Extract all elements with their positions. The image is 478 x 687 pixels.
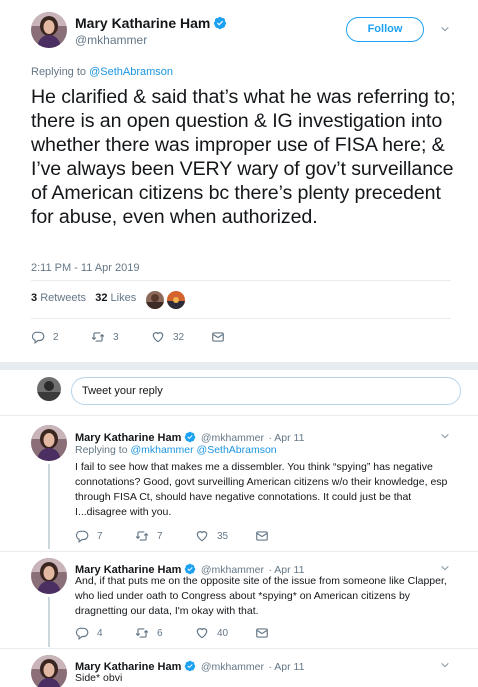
divider <box>31 318 451 319</box>
reply-count: 4 <box>97 627 103 639</box>
replying-to-handle[interactable]: @SethAbramson <box>89 66 173 78</box>
tweet-stats: 3 Retweets 32 Likes <box>31 292 136 304</box>
divider <box>0 648 478 649</box>
divider <box>0 415 478 416</box>
reply-replying-to: Replying to @mkhammer @SethAbramson <box>75 444 277 456</box>
liker-avatar[interactable] <box>146 291 164 309</box>
liker-avatar[interactable] <box>167 291 185 309</box>
retweet-action[interactable]: 3 <box>91 330 119 344</box>
heart-icon <box>195 529 209 543</box>
envelope-icon <box>255 626 269 640</box>
reply-author-handle[interactable]: @mkhammer <box>201 432 264 444</box>
current-user-avatar <box>37 377 61 401</box>
reply-text: And, if that puts me on the opposite sit… <box>75 575 447 617</box>
retweet-icon <box>91 330 105 344</box>
reply-icon <box>31 330 45 344</box>
reply-input[interactable]: Tweet your reply <box>71 377 461 405</box>
reply-author-name[interactable]: Mary Katharine Ham <box>75 432 181 444</box>
retweet-count: 6 <box>157 627 163 639</box>
retweet-count: 3 <box>113 331 119 343</box>
author-name-text[interactable]: Mary Katharine Ham <box>75 15 210 31</box>
more-options-chevron-icon[interactable] <box>440 24 450 34</box>
verified-icon <box>184 431 196 443</box>
like-action[interactable]: 40 <box>195 626 228 640</box>
like-count: 40 <box>217 627 229 639</box>
like-action[interactable]: 32 <box>151 330 184 344</box>
likes-count: 32 <box>95 292 108 304</box>
heart-icon <box>195 626 209 640</box>
like-action[interactable]: 35 <box>195 529 228 543</box>
retweets-stat[interactable]: 3 Retweets <box>31 292 86 304</box>
reply-author-avatar[interactable] <box>31 655 67 687</box>
direct-message-action[interactable] <box>211 330 233 344</box>
reply-action[interactable]: 4 <box>75 626 103 640</box>
reply-date[interactable]: · Apr 11 <box>268 432 304 444</box>
heart-icon <box>151 330 165 344</box>
likes-stat[interactable]: 32 Likes <box>95 292 136 304</box>
retweet-icon <box>135 626 149 640</box>
retweet-action[interactable]: 6 <box>135 626 163 640</box>
more-options-chevron-icon[interactable] <box>440 660 450 670</box>
replying-to-prefix: Replying to <box>31 66 87 78</box>
reply-text: Side* obvi <box>75 672 123 684</box>
verified-icon <box>213 16 227 30</box>
tweet-timestamp[interactable]: 2:11 PM - 11 Apr 2019 <box>31 262 139 274</box>
divider <box>31 280 451 281</box>
envelope-icon <box>211 330 225 344</box>
likes-label: Likes <box>110 292 137 304</box>
retweets-count: 3 <box>31 292 38 304</box>
reply-author-avatar[interactable] <box>31 558 67 594</box>
tweet-text: He clarified & said that’s what he was r… <box>31 86 456 228</box>
direct-message-action[interactable] <box>255 529 277 543</box>
direct-message-action[interactable] <box>255 626 277 640</box>
envelope-icon <box>255 529 269 543</box>
author-avatar[interactable] <box>31 12 67 48</box>
more-options-chevron-icon[interactable] <box>440 431 450 441</box>
retweet-action[interactable]: 7 <box>135 529 163 543</box>
like-count: 32 <box>173 331 185 343</box>
follow-button[interactable]: Follow <box>346 17 424 42</box>
reply-author-avatar[interactable] <box>31 425 67 461</box>
replying-to-prefix: Replying to <box>75 444 128 456</box>
thread-line <box>48 464 50 549</box>
like-count: 35 <box>217 530 229 542</box>
section-separator <box>0 362 478 370</box>
reply-count: 2 <box>53 331 59 343</box>
retweet-icon <box>135 529 149 543</box>
author-handle[interactable]: @mkhammer <box>75 33 147 47</box>
thread-line <box>48 597 50 647</box>
more-options-chevron-icon[interactable] <box>440 563 450 573</box>
reply-text: I fail to see how that makes me a dissem… <box>75 461 448 518</box>
reply-icon <box>75 626 89 640</box>
divider <box>0 551 478 552</box>
retweet-count: 7 <box>157 530 163 542</box>
replying-to-handles[interactable]: @mkhammer @SethAbramson <box>130 444 276 456</box>
reply-icon <box>75 529 89 543</box>
author-name[interactable]: Mary Katharine Ham <box>75 15 227 31</box>
reply-action[interactable]: 2 <box>31 330 59 344</box>
reply-count: 7 <box>97 530 103 542</box>
replying-to: Replying to @SethAbramson <box>31 66 173 78</box>
retweets-label: Retweets <box>40 292 87 304</box>
reply-action[interactable]: 7 <box>75 529 103 543</box>
